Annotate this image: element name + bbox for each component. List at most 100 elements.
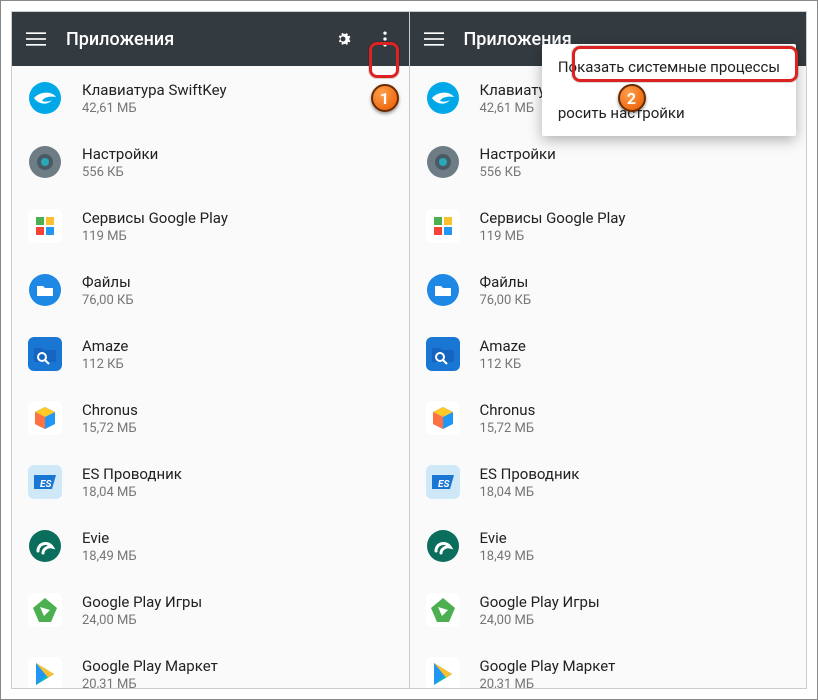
list-item[interactable]: Amaze 112 КБ [12, 322, 409, 386]
list-item[interactable]: Файлы 76,00 КБ [410, 258, 807, 322]
list-item[interactable]: Amaze 112 КБ [410, 322, 807, 386]
app-icon [26, 79, 64, 117]
app-name: Файлы [82, 273, 134, 291]
app-size: 556 КБ [82, 165, 158, 180]
app-size: 24,00 МБ [480, 613, 600, 628]
app-size: 20,31 МБ [480, 677, 616, 690]
list-item[interactable]: Настройки 556 КБ [12, 130, 409, 194]
app-name: Evie [480, 529, 535, 547]
toolbar: Приложения [12, 12, 409, 66]
app-name: Evie [82, 529, 137, 547]
app-info: Evie 18,49 МБ [82, 529, 137, 564]
list-item[interactable]: Google Play Маркет 20,31 МБ [12, 642, 409, 689]
app-size: 112 КБ [480, 357, 526, 372]
gear-icon[interactable] [331, 27, 355, 51]
app-icon [26, 399, 64, 437]
app-name: Клавиатура SwiftKey [82, 81, 227, 99]
overflow-menu: Показать системные процессы росить настр… [542, 44, 796, 136]
app-icon [424, 399, 462, 437]
app-icon [26, 655, 64, 689]
app-name: Amaze [480, 337, 526, 355]
badge-1: 1 [371, 84, 399, 112]
list-item[interactable]: Сервисы Google Play 119 МБ [410, 194, 807, 258]
app-info: Chronus 15,72 МБ [82, 401, 138, 436]
list-item[interactable]: Файлы 76,00 КБ [12, 258, 409, 322]
app-icon [424, 527, 462, 565]
list-item[interactable]: Настройки 556 КБ [410, 130, 807, 194]
list-item[interactable]: Google Play Игры 24,00 МБ [410, 578, 807, 642]
app-icon: ES [424, 463, 462, 501]
app-name: Настройки [82, 145, 158, 163]
app-name: Сервисы Google Play [480, 209, 626, 227]
app-icon [424, 335, 462, 373]
list-item[interactable]: Chronus 15,72 МБ [12, 386, 409, 450]
app-size: 18,04 МБ [82, 485, 182, 500]
app-size: 15,72 МБ [82, 421, 138, 436]
app-icon [26, 591, 64, 629]
app-size: 119 МБ [480, 229, 626, 244]
app-icon: ES [26, 463, 64, 501]
badge-2: 2 [618, 84, 646, 112]
list-item[interactable]: ES ES Проводник 18,04 МБ [410, 450, 807, 514]
menu-reset[interactable]: росить настройки [542, 90, 796, 136]
app-icon [26, 335, 64, 373]
svg-text:ES: ES [40, 479, 52, 490]
list-item[interactable]: Google Play Маркет 20,31 МБ [410, 642, 807, 689]
app-size: 76,00 КБ [480, 293, 532, 308]
app-icon [26, 271, 64, 309]
app-info: Amaze 112 КБ [82, 337, 128, 372]
app-size: 112 КБ [82, 357, 128, 372]
app-size: 76,00 КБ [82, 293, 134, 308]
app-info: Google Play Маркет 20,31 МБ [82, 657, 218, 690]
app-name: Google Play Маркет [82, 657, 218, 675]
app-list-left: Клавиатура SwiftKey 42,61 МБ Настройки 5… [12, 66, 409, 689]
app-size: 119 МБ [82, 229, 228, 244]
app-info: Файлы 76,00 КБ [82, 273, 134, 308]
app-info: Файлы 76,00 КБ [480, 273, 532, 308]
app-name: Файлы [480, 273, 532, 291]
app-name: Amaze [82, 337, 128, 355]
app-info: Google Play Игры 24,00 МБ [480, 593, 600, 628]
app-icon [424, 207, 462, 245]
menu-icon[interactable] [422, 27, 446, 51]
app-list-right: Клавиатура Swi 42,61 МБ Настройки 556 КБ… [410, 66, 807, 689]
list-item[interactable]: Evie 18,49 МБ [410, 514, 807, 578]
app-info: Сервисы Google Play 119 МБ [82, 209, 228, 244]
app-size: 15,72 МБ [480, 421, 536, 436]
app-name: Google Play Игры [480, 593, 600, 611]
app-info: ES Проводник 18,04 МБ [82, 465, 182, 500]
app-name: Настройки [480, 145, 556, 163]
app-name: Google Play Маркет [480, 657, 616, 675]
list-item[interactable]: ES ES Проводник 18,04 МБ [12, 450, 409, 514]
menu-show-system[interactable]: Показать системные процессы [542, 44, 796, 90]
app-size: 42,61 МБ [82, 101, 227, 116]
screen-right: Приложения Клавиатура Swi 42,61 МБ Настр… [409, 11, 808, 689]
app-info: Настройки 556 КБ [480, 145, 556, 180]
list-item[interactable]: Chronus 15,72 МБ [410, 386, 807, 450]
app-info: Evie 18,49 МБ [480, 529, 535, 564]
app-icon [424, 591, 462, 629]
app-size: 24,00 МБ [82, 613, 202, 628]
app-name: Chronus [82, 401, 138, 419]
app-info: Сервисы Google Play 119 МБ [480, 209, 626, 244]
menu-icon[interactable] [24, 27, 48, 51]
app-info: Google Play Игры 24,00 МБ [82, 593, 202, 628]
app-size: 556 КБ [480, 165, 556, 180]
app-icon [424, 271, 462, 309]
app-icon [424, 655, 462, 689]
app-size: 18,49 МБ [480, 549, 535, 564]
list-item[interactable]: Клавиатура SwiftKey 42,61 МБ [12, 66, 409, 130]
app-icon [26, 527, 64, 565]
app-size: 18,49 МБ [82, 549, 137, 564]
screen-left: Приложения Клавиатура SwiftKey 42,61 МБ … [11, 11, 409, 689]
app-info: Google Play Маркет 20,31 МБ [480, 657, 616, 690]
app-info: Chronus 15,72 МБ [480, 401, 536, 436]
app-name: Google Play Игры [82, 593, 202, 611]
list-item[interactable]: Google Play Игры 24,00 МБ [12, 578, 409, 642]
list-item[interactable]: Сервисы Google Play 119 МБ [12, 194, 409, 258]
app-size: 20,31 МБ [82, 677, 218, 690]
svg-text:ES: ES [438, 479, 450, 490]
overflow-icon[interactable] [373, 27, 397, 51]
list-item[interactable]: Evie 18,49 МБ [12, 514, 409, 578]
app-info: Amaze 112 КБ [480, 337, 526, 372]
